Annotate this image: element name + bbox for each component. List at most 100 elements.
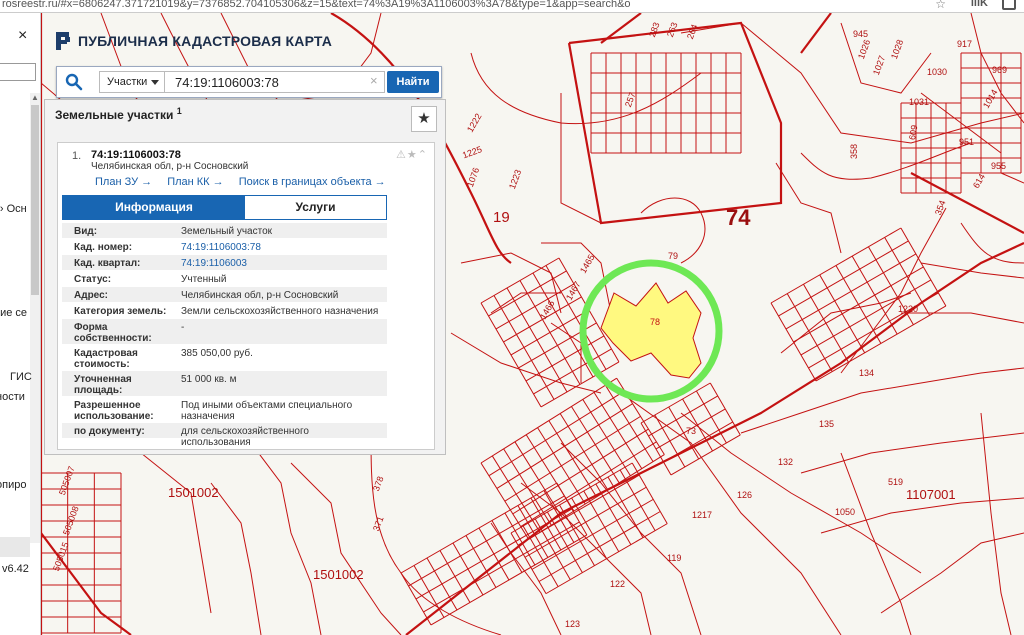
info-key: Вид: — [74, 226, 98, 237]
clear-search-icon[interactable]: × — [370, 73, 378, 88]
results-panel: Земельные участки 1 ★ 1. 74:19:1106003:7… — [44, 99, 446, 455]
info-value: 51 000 кв. м — [181, 374, 237, 385]
search-type-label: Участки — [107, 76, 148, 88]
plan-zu-link[interactable]: План ЗУ → — [95, 176, 152, 188]
result-links: План ЗУ → План КК → Поиск в границах объ… — [95, 176, 398, 188]
map-label: 1030 — [927, 67, 948, 77]
panel-text-3: ГИС — [10, 371, 32, 383]
parcel-boundary — [450, 332, 602, 394]
info-value[interactable]: 74:19:1106003:78 — [181, 242, 381, 253]
parcel-grid-line — [400, 482, 558, 574]
parcel-boundary — [290, 462, 402, 635]
map-label: 122 — [610, 579, 626, 589]
map-label: 969 — [992, 65, 1008, 75]
close-panel-icon[interactable]: × — [18, 27, 27, 45]
info-key: Кад. квартал: — [74, 258, 141, 269]
parcel-grid — [480, 377, 665, 540]
result-tabs: Информация Услуги — [62, 195, 387, 220]
search-within-object-link[interactable]: Поиск в границах объекта → — [239, 176, 386, 188]
result-cadastral-number[interactable]: 74:19:1106003:78 — [91, 149, 181, 161]
panel-text-4: ности — [0, 391, 25, 403]
result-action-icons[interactable]: ⚠★⌃ — [396, 148, 428, 161]
parcel-grid-line — [559, 504, 595, 566]
map-label: 1031 — [909, 97, 930, 107]
parcel-boundary — [1000, 172, 1024, 184]
info-key: Форма собственности: — [74, 322, 152, 344]
app-brand[interactable]: ПУБЛИЧНАЯ КАДАСТРОВАЯ КАРТА — [56, 32, 332, 50]
info-value: Земли сельскохозяйственного назначения — [181, 306, 379, 317]
map-label: 519 — [888, 477, 904, 487]
parcel-grid-line — [423, 521, 580, 613]
map-label: 1501002 — [313, 567, 364, 582]
map-label: 78 — [650, 317, 661, 327]
parcel-grid — [480, 257, 620, 408]
search-input[interactable]: 74:19:1106003:78 — [165, 71, 385, 93]
map-label: 79 — [668, 251, 679, 261]
info-key: Статус: — [74, 274, 112, 285]
panel-footer-strip — [0, 537, 30, 557]
info-key: Категория земель: — [74, 306, 167, 317]
plan-kk-link[interactable]: План КК → — [167, 176, 223, 188]
bookmark-star-icon[interactable]: ☆ — [935, 0, 946, 11]
info-row: Уточненная площадь: 51 000 кв. м — [62, 371, 387, 397]
info-key: Разрешенное использование: — [74, 400, 154, 422]
search-bar: Участки 74:19:1106003:78 × Найти — [56, 66, 442, 98]
info-row: Кад. номер: 74:19:1106003:78 — [62, 239, 387, 255]
info-value: 385 050,00 руб. — [181, 348, 253, 359]
results-count: 1 — [176, 106, 182, 116]
map-label: 1050 — [835, 507, 856, 517]
info-key: по документу: — [74, 426, 145, 437]
search-type-select[interactable]: Участки — [99, 71, 165, 93]
sidebar-toggle-icon[interactable] — [1002, 0, 1016, 10]
parcel-grid-line — [631, 462, 668, 524]
parcel-grid-line — [546, 511, 583, 573]
browser-url-bar[interactable]: rosreestr.ru/#x=6806247.371721019&y=7376… — [0, 0, 1024, 13]
info-value: Земельный участок — [181, 226, 273, 237]
parcel-grid-line — [480, 257, 560, 304]
parcel-boundary — [910, 172, 1024, 234]
parcel-boundary — [980, 412, 1012, 635]
chevron-down-icon — [151, 80, 159, 85]
info-row: Статус: Учтенный — [62, 271, 387, 287]
parcel-grid-line — [430, 534, 588, 626]
search-submit-button[interactable]: Найти — [387, 71, 439, 93]
map-label: 123 — [565, 619, 581, 629]
info-row: Кадастровая стоимость: 385 050,00 руб. — [62, 345, 387, 371]
result-index: 1. — [72, 150, 82, 162]
parcel-boundary — [41, 532, 132, 635]
parcel-boundary — [680, 412, 922, 574]
info-table: Вид: Земельный участок Кад. номер: 74:19:11… — [62, 223, 387, 448]
library-icon[interactable]: lilK — [971, 0, 988, 9]
info-value[interactable]: 74:19:1106003 — [181, 258, 381, 269]
panel-text-1: к › Осн — [0, 203, 27, 215]
map-label: 1217 — [692, 510, 713, 520]
map-label: 132 — [778, 457, 794, 467]
map-label: 134 — [859, 368, 875, 378]
parcel-boundary — [920, 262, 1024, 279]
info-row: по документу: для сельскохозяйственного и… — [62, 423, 387, 448]
info-key: Уточненная площадь: — [74, 374, 132, 396]
panel-input[interactable] — [0, 63, 36, 81]
info-value: для сельскохозяйственного использования — [181, 426, 309, 448]
info-row: Кад. квартал: 74:19:1106003 — [62, 255, 387, 271]
info-value: - — [181, 322, 185, 333]
info-value: Учтенный — [181, 274, 227, 285]
info-value: Под иными объектами специального назначе… — [181, 400, 353, 422]
url-text[interactable]: rosreestr.ru/#x=6806247.371721019&y=7376… — [2, 0, 631, 10]
scroll-up-icon[interactable]: ▲ — [31, 93, 39, 102]
parcel-boundary — [800, 13, 832, 54]
search-icon[interactable] — [65, 73, 83, 91]
favorites-star-button[interactable]: ★ — [411, 106, 437, 132]
info-key: Кадастровая стоимость: — [74, 348, 138, 370]
map-label: 73 — [686, 426, 697, 436]
info-row: Категория земель: Земли сельскохозяйствен… — [62, 303, 387, 319]
tab-info[interactable]: Информация — [63, 196, 245, 219]
map-label: 135 — [819, 419, 835, 429]
tab-services[interactable]: Услуги — [245, 196, 386, 219]
info-row: Вид: Земельный участок — [62, 223, 387, 239]
map-label: 917 — [957, 39, 973, 49]
map-label: 945 — [853, 29, 869, 39]
map-label: 955 — [991, 161, 1007, 171]
panel-scroll-thumb[interactable] — [31, 105, 39, 295]
map-label: 358 — [849, 143, 859, 159]
